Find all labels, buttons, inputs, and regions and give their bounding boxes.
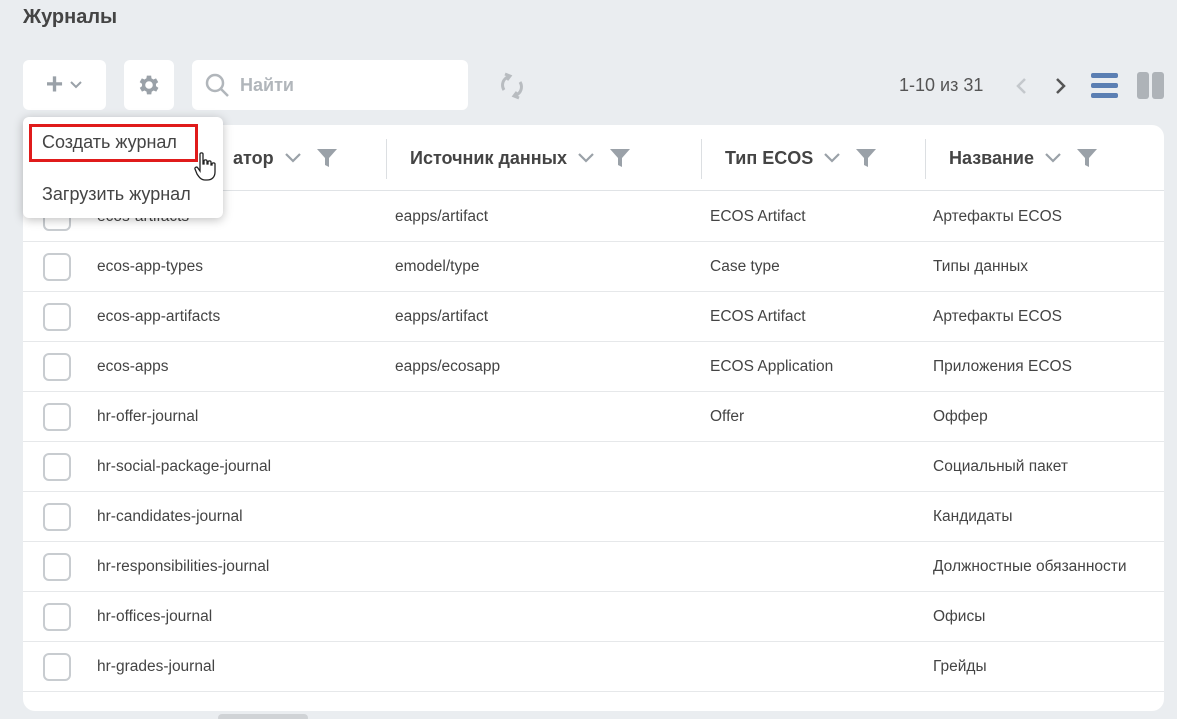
- search-box[interactable]: [192, 60, 468, 110]
- cell-source: emodel/type: [395, 258, 480, 275]
- table-row[interactable]: hr-responsibilities-journal Должностные …: [23, 542, 1164, 592]
- column-label: Тип ECOS: [725, 147, 814, 168]
- cell-name: Грейды: [933, 658, 987, 675]
- row-checkbox[interactable]: [43, 503, 71, 531]
- column-divider[interactable]: [386, 139, 387, 179]
- row-checkbox[interactable]: [43, 353, 71, 381]
- cell-name: Артефакты ECOS: [933, 308, 1062, 325]
- cell-id: ecos-app-types: [97, 258, 203, 275]
- cell-name: Должностные обязанности: [933, 558, 1127, 575]
- chevron-down-icon[interactable]: [823, 152, 841, 164]
- cell-source: eapps/artifact: [395, 208, 489, 225]
- row-checkbox[interactable]: [43, 403, 71, 431]
- cell-id: hr-candidates-journal: [97, 508, 243, 525]
- filter-icon[interactable]: [609, 148, 631, 168]
- add-dropdown-menu: Создать журнал Загрузить журнал: [23, 117, 223, 218]
- chevron-down-icon: [70, 81, 82, 89]
- row-checkbox[interactable]: [43, 653, 71, 681]
- list-view-icon[interactable]: [1091, 72, 1118, 99]
- cell-name: Социальный пакет: [933, 458, 1068, 475]
- column-header-source[interactable]: Источник данных: [410, 125, 631, 191]
- column-header-name[interactable]: Название: [949, 125, 1098, 191]
- column-divider[interactable]: [701, 139, 702, 179]
- table-row[interactable]: hr-offer-journal Offer Оффер: [23, 392, 1164, 442]
- chevron-left-icon[interactable]: [1012, 74, 1032, 98]
- filter-icon[interactable]: [855, 148, 877, 168]
- chevron-right-icon[interactable]: [1050, 74, 1070, 98]
- plus-icon: +: [45, 68, 64, 101]
- split-view-icon[interactable]: [1137, 72, 1164, 99]
- add-button[interactable]: +: [23, 60, 106, 110]
- chevron-down-icon[interactable]: [1044, 152, 1062, 164]
- refresh-icon[interactable]: [496, 70, 528, 102]
- table-row[interactable]: hr-offices-journal Офисы: [23, 592, 1164, 642]
- cell-id: ecos-apps: [97, 358, 169, 375]
- cell-type: ECOS Artifact: [710, 308, 806, 325]
- menu-item-upload-journal[interactable]: Загрузить журнал: [23, 175, 223, 213]
- cell-id: hr-grades-journal: [97, 658, 216, 675]
- table-row[interactable]: ecos-app-types emodel/type Case type Тип…: [23, 242, 1164, 292]
- row-checkbox[interactable]: [43, 303, 71, 331]
- cell-id: ecos-app-artifacts: [97, 308, 221, 325]
- hand-cursor-icon: [194, 152, 216, 181]
- gear-icon: [139, 75, 159, 95]
- settings-button[interactable]: [124, 60, 174, 110]
- cell-type: Offer: [710, 408, 745, 425]
- pagination-info: 1-10 из 31: [899, 75, 984, 95]
- cell-source: eapps/artifact: [395, 308, 489, 325]
- column-header-type[interactable]: Тип ECOS: [725, 125, 877, 191]
- row-checkbox[interactable]: [43, 453, 71, 481]
- cell-type: ECOS Application: [710, 358, 834, 375]
- search-input[interactable]: [240, 74, 450, 96]
- row-checkbox[interactable]: [43, 603, 71, 631]
- cell-id: hr-offer-journal: [97, 408, 199, 425]
- horizontal-scrollbar[interactable]: [218, 714, 308, 719]
- cell-id: hr-social-package-journal: [97, 458, 272, 475]
- cell-name: Приложения ECOS: [933, 358, 1072, 375]
- cell-id: hr-responsibilities-journal: [97, 558, 270, 575]
- filter-icon[interactable]: [1076, 148, 1098, 168]
- table-row[interactable]: hr-candidates-journal Кандидаты: [23, 492, 1164, 542]
- menu-item-create-journal[interactable]: Создать журнал: [23, 123, 223, 161]
- search-icon: [205, 73, 229, 97]
- cell-name: Оффер: [933, 408, 988, 425]
- filter-icon[interactable]: [316, 148, 338, 168]
- column-header-id[interactable]: атор: [233, 125, 338, 191]
- column-label: Название: [949, 147, 1034, 168]
- table-row[interactable]: ecos-apps eapps/ecosapp ECOS Application…: [23, 342, 1164, 392]
- chevron-down-icon[interactable]: [577, 152, 595, 164]
- cell-type: ECOS Artifact: [710, 208, 806, 225]
- column-divider[interactable]: [925, 139, 926, 179]
- cell-name: Артефакты ECOS: [933, 208, 1062, 225]
- cell-name: Типы данных: [933, 258, 1028, 275]
- row-checkbox[interactable]: [43, 553, 71, 581]
- cell-name: Кандидаты: [933, 508, 1013, 525]
- column-label: атор: [233, 147, 274, 168]
- table-row[interactable]: hr-grades-journal Грейды: [23, 642, 1164, 692]
- cell-type: Case type: [710, 258, 780, 275]
- column-label: Источник данных: [410, 147, 568, 168]
- table-row[interactable]: hr-social-package-journal Социальный пак…: [23, 442, 1164, 492]
- table-row[interactable]: ecos-app-artifacts eapps/artifact ECOS A…: [23, 292, 1164, 342]
- cell-name: Офисы: [933, 608, 986, 625]
- page-title: Журналы: [23, 6, 118, 28]
- chevron-down-icon[interactable]: [284, 152, 302, 164]
- cell-id: hr-offices-journal: [97, 608, 213, 625]
- row-checkbox[interactable]: [43, 253, 71, 281]
- cell-source: eapps/ecosapp: [395, 358, 501, 375]
